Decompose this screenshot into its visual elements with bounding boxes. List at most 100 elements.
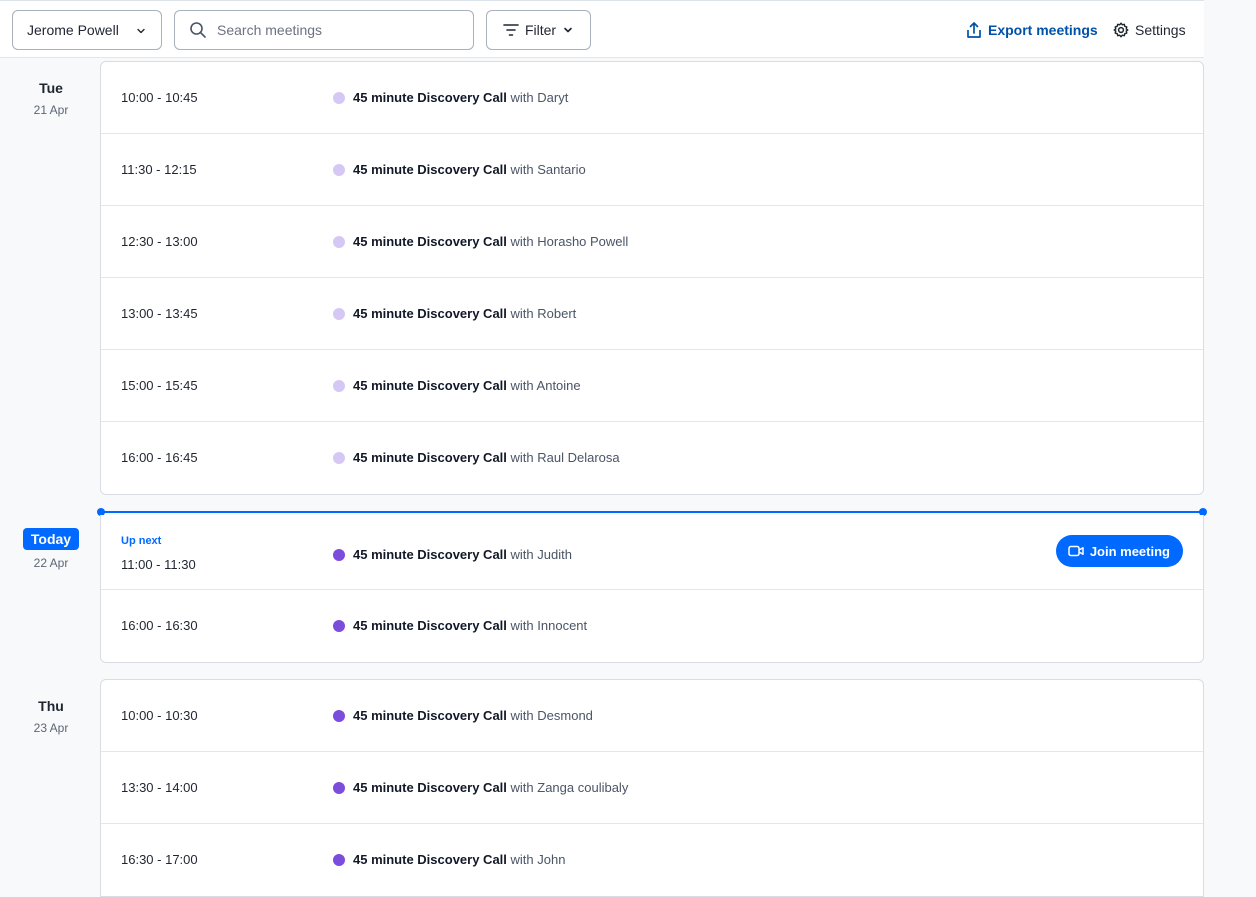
event-type-dot	[333, 620, 345, 632]
meeting-title: 45 minute Discovery Call with Daryt	[353, 90, 568, 105]
filter-label: Filter	[524, 22, 557, 38]
meeting-title: 45 minute Discovery Call with Zanga coul…	[353, 780, 628, 795]
event-name: 45 minute Discovery Call	[353, 547, 507, 562]
meeting-time: 10:00 - 10:30	[121, 708, 198, 723]
meeting-row[interactable]: 13:30 - 14:00 45 minute Discovery Call w…	[101, 752, 1203, 824]
meeting-title: 45 minute Discovery Call with Innocent	[353, 618, 587, 633]
event-name: 45 minute Discovery Call	[353, 90, 507, 105]
meeting-title: 45 minute Discovery Call with Robert	[353, 306, 576, 321]
join-meeting-button[interactable]: Join meeting	[1055, 535, 1183, 567]
up-next-label: Up next	[121, 535, 162, 547]
meeting-row[interactable]: 16:00 - 16:30 45 minute Discovery Call w…	[101, 590, 1203, 662]
event-name: 45 minute Discovery Call	[353, 852, 507, 867]
meeting-time: 16:00 - 16:30	[121, 618, 198, 633]
search-icon	[190, 22, 206, 38]
filter-icon	[503, 24, 519, 36]
event-name: 45 minute Discovery Call	[353, 378, 507, 393]
video-camera-icon	[1068, 545, 1084, 557]
meeting-row-up-next[interactable]: Up next 11:00 - 11:30 45 minute Discover…	[101, 515, 1203, 590]
gear-icon	[1113, 22, 1129, 38]
meeting-time: 16:30 - 17:00	[121, 852, 198, 867]
meeting-time: 16:00 - 16:45	[121, 450, 198, 465]
meeting-time: 13:00 - 13:45	[121, 306, 198, 321]
meeting-time: 12:30 - 13:00	[121, 234, 198, 249]
day-date: 22 Apr	[33, 556, 69, 570]
user-select-label: Jerome Powell	[27, 22, 119, 38]
invitee: with Daryt	[510, 90, 569, 105]
day-date: 23 Apr	[33, 721, 69, 735]
export-label: Export meetings	[988, 22, 1098, 38]
settings-button[interactable]: Settings	[1113, 19, 1186, 41]
invitee: with Santario	[510, 162, 586, 177]
chevron-down-icon	[564, 27, 572, 33]
invitee: with Zanga coulibaly	[510, 780, 629, 795]
event-type-dot	[333, 782, 345, 794]
invitee: with Innocent	[510, 618, 588, 633]
meeting-row[interactable]: 10:00 - 10:45 45 minute Discovery Call w…	[101, 62, 1203, 134]
event-type-dot	[333, 92, 345, 104]
user-select[interactable]: Jerome Powell	[12, 10, 162, 50]
event-type-dot	[333, 380, 345, 392]
event-type-dot	[333, 452, 345, 464]
day-card-tue: 10:00 - 10:45 45 minute Discovery Call w…	[100, 61, 1204, 495]
meeting-row[interactable]: 16:00 - 16:45 45 minute Discovery Call w…	[101, 422, 1203, 494]
invitee: with John	[510, 852, 566, 867]
meeting-row[interactable]: 15:00 - 15:45 45 minute Discovery Call w…	[101, 350, 1203, 422]
current-time-line	[101, 511, 1203, 513]
settings-label: Settings	[1135, 22, 1186, 38]
event-type-dot	[333, 854, 345, 866]
meeting-title: 45 minute Discovery Call with John	[353, 852, 565, 867]
day-date: 21 Apr	[33, 103, 69, 117]
meeting-row[interactable]: 16:30 - 17:00 45 minute Discovery Call w…	[101, 824, 1203, 896]
invitee: with Horasho Powell	[510, 234, 629, 249]
meeting-time: 10:00 - 10:45	[121, 90, 198, 105]
invitee: with Raul Delarosa	[510, 450, 620, 465]
invitee: with Desmond	[510, 708, 593, 723]
invitee: with Judith	[510, 547, 572, 562]
day-label-today: Today 22 Apr	[0, 528, 102, 570]
search-input[interactable]	[217, 22, 457, 38]
event-type-dot	[333, 549, 345, 561]
meeting-title: 45 minute Discovery Call with Horasho Po…	[353, 234, 628, 249]
export-icon	[967, 22, 981, 38]
filter-button[interactable]: Filter	[486, 10, 591, 50]
event-name: 45 minute Discovery Call	[353, 618, 507, 633]
meeting-time: 15:00 - 15:45	[121, 378, 198, 393]
event-name: 45 minute Discovery Call	[353, 780, 507, 795]
meeting-row[interactable]: 10:00 - 10:30 45 minute Discovery Call w…	[101, 680, 1203, 752]
event-type-dot	[333, 236, 345, 248]
event-name: 45 minute Discovery Call	[353, 450, 507, 465]
event-type-dot	[333, 308, 345, 320]
event-name: 45 minute Discovery Call	[353, 708, 507, 723]
event-type-dot	[333, 164, 345, 176]
export-meetings-button[interactable]: Export meetings	[966, 19, 1098, 41]
day-of-week: Thu	[38, 698, 64, 714]
event-name: 45 minute Discovery Call	[353, 162, 507, 177]
join-meeting-label: Join meeting	[1089, 543, 1170, 559]
invitee: with Robert	[510, 306, 577, 321]
meeting-title: 45 minute Discovery Call with Raul Delar…	[353, 450, 620, 465]
chevron-down-icon	[137, 28, 145, 34]
meeting-title: 45 minute Discovery Call with Judith	[353, 547, 572, 562]
day-label-thu: Thu 23 Apr	[0, 698, 102, 735]
meeting-time: 11:30 - 12:15	[121, 162, 197, 177]
event-type-dot	[333, 710, 345, 722]
search-box	[174, 10, 474, 50]
today-badge: Today	[22, 528, 80, 550]
meeting-title: 45 minute Discovery Call with Antoine	[353, 378, 581, 393]
day-card-today: Up next 11:00 - 11:30 45 minute Discover…	[100, 515, 1204, 663]
event-name: 45 minute Discovery Call	[353, 306, 507, 321]
day-of-week: Tue	[39, 80, 63, 96]
day-label-tue: Tue 21 Apr	[0, 80, 102, 117]
event-name: 45 minute Discovery Call	[353, 234, 507, 249]
meeting-time: 11:00 - 11:30	[121, 557, 196, 572]
toolbar: Jerome Powell Filter Export meetings Set…	[0, 0, 1204, 58]
meeting-row[interactable]: 13:00 - 13:45 45 minute Discovery Call w…	[101, 278, 1203, 350]
meeting-row[interactable]: 11:30 - 12:15 45 minute Discovery Call w…	[101, 134, 1203, 206]
day-card-thu: 10:00 - 10:30 45 minute Discovery Call w…	[100, 679, 1204, 897]
meeting-row[interactable]: 12:30 - 13:00 45 minute Discovery Call w…	[101, 206, 1203, 278]
meeting-title: 45 minute Discovery Call with Santario	[353, 162, 586, 177]
invitee: with Antoine	[510, 378, 581, 393]
meeting-time: 13:30 - 14:00	[121, 780, 198, 795]
meeting-title: 45 minute Discovery Call with Desmond	[353, 708, 593, 723]
